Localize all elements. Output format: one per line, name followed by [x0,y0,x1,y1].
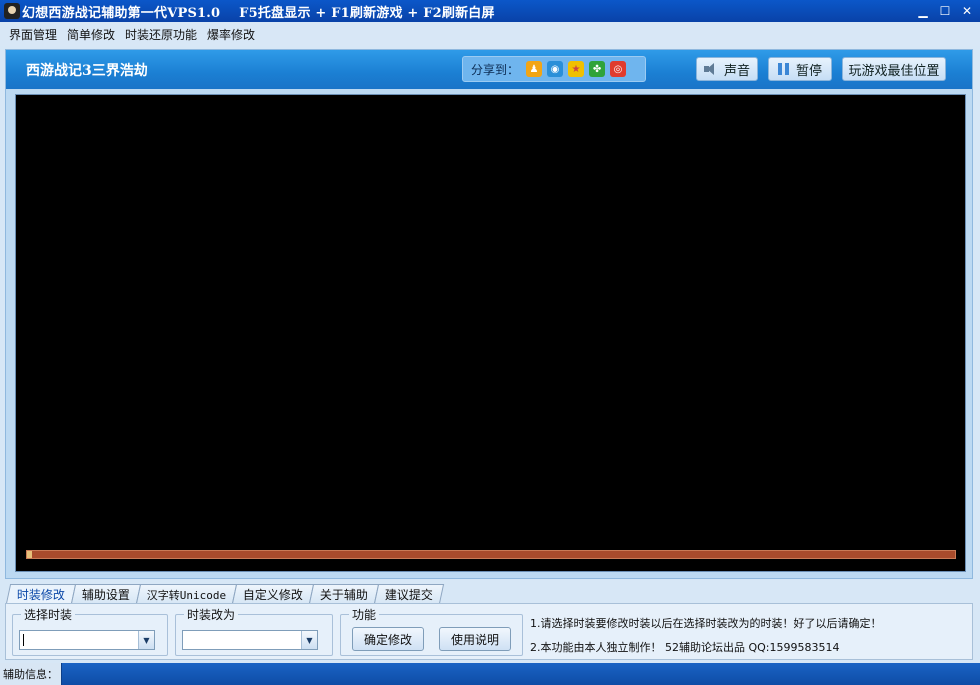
select-costume-combo[interactable]: ▼ [19,630,155,650]
function-group: 功能 确定修改 使用说明 [340,606,523,656]
chevron-down-icon[interactable]: ▼ [138,631,154,649]
chevron-down-icon[interactable]: ▼ [301,631,317,649]
menu-item-interface[interactable]: 界面管理 [9,26,57,43]
status-label: 辅助信息： [0,663,62,685]
share-label: 分享到： [471,62,520,77]
loading-progress-fill [27,551,32,558]
speaker-icon [703,63,718,75]
share-box: 分享到： ♟ ◉ ★ ✤ ◎ [462,56,646,82]
text-caret [23,634,24,646]
game-header: 西游战记3三界浩劫 分享到： ♟ ◉ ★ ✤ ◎ 声音 暂停 玩游戏最佳位置 [6,50,972,89]
app-icon [4,3,20,19]
info-line-1: 1.请选择时装要修改时装以后在选择时装改为的时装！好了以后请确定！ [530,617,882,630]
tab-strip: 时装修改 辅助设置 汉字转Unicode 自定义修改 关于辅助 建议提交 [5,584,445,604]
pause-label: 暂停 [795,63,822,79]
title-bar: 幻想西游战记辅助第一代VPS1.0 F5托盘显示 + F1刷新游戏 + F2刷新… [0,0,980,22]
change-to-combo[interactable]: ▼ [182,630,318,650]
game-frame: 西游战记3三界浩劫 分享到： ♟ ◉ ★ ✤ ◎ 声音 暂停 玩游戏最佳位置 [5,49,973,579]
help-button[interactable]: 使用说明 [439,627,511,651]
minimize-button[interactable]: ▁ [914,2,932,20]
menu-item-simple-edit[interactable]: 简单修改 [67,26,115,43]
tab-unicode[interactable]: 汉字转Unicode [135,584,238,604]
tab-costume-edit[interactable]: 时装修改 [5,584,77,604]
menu-item-costume-restore[interactable]: 时装还原功能 [125,26,197,43]
tab-about[interactable]: 关于辅助 [309,584,380,604]
tab-custom-edit[interactable]: 自定义修改 [232,584,315,604]
maximize-button[interactable]: ☐ [936,2,954,20]
menu-bar: 界面管理 简单修改 时装还原功能 爆率修改 [0,22,980,46]
sound-label: 声音 [723,63,750,79]
info-line-2: 2.本功能由本人独立制作！ 52辅助论坛出品 QQ:1599583514 [530,641,840,654]
function-label: 功能 [349,606,380,623]
tab-assist-settings[interactable]: 辅助设置 [70,584,142,604]
sound-button[interactable]: 声音 [696,57,758,81]
best-position-label: 玩游戏最佳位置 [848,63,940,79]
select-costume-label: 选择时装 [21,606,76,623]
weibo-icon[interactable]: ◎ [610,61,627,77]
window-title: 幻想西游战记辅助第一代VPS1.0 F5托盘显示 + F1刷新游戏 + F2刷新… [22,5,495,21]
menu-item-drop-rate[interactable]: 爆率修改 [207,26,255,43]
window-controls: ▁ ☐ ✕ [914,2,976,20]
status-bar: 辅助信息： [0,663,980,685]
confirm-button[interactable]: 确定修改 [352,627,424,651]
select-costume-group: 选择时装 ▼ [12,606,168,656]
clover-icon[interactable]: ✤ [589,61,606,77]
game-title: 西游战记3三界浩劫 [26,62,148,79]
game-screen[interactable] [15,94,966,572]
pause-button[interactable]: 暂停 [768,57,832,81]
tab-suggestion[interactable]: 建议提交 [374,584,445,604]
costume-panel: 选择时装 ▼ 时装改为 ▼ 功能 确定修改 使用说明 1.请选择时装要修改时装以… [5,603,973,660]
change-to-label: 时装改为 [184,606,239,623]
change-to-group: 时装改为 ▼ [175,606,333,656]
pause-icon [777,63,790,75]
close-button[interactable]: ✕ [958,2,976,20]
best-position-button[interactable]: 玩游戏最佳位置 [842,57,946,81]
qzone-icon[interactable]: ◉ [547,61,564,77]
star-icon[interactable]: ★ [568,61,585,77]
qq-icon[interactable]: ♟ [526,61,543,77]
loading-progress-bar [26,550,956,559]
